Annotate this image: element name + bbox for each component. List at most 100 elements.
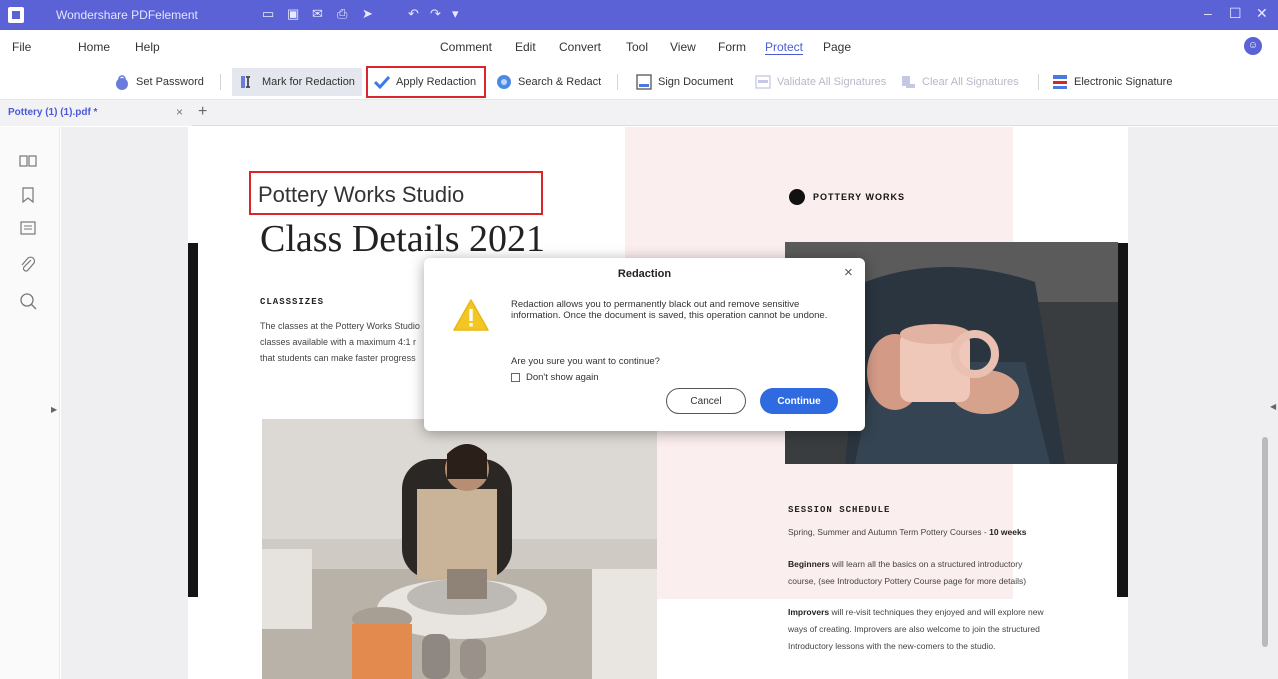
menu-form[interactable]: Form [718, 40, 746, 54]
redo-icon[interactable]: ↷ [430, 6, 441, 22]
clear-signatures-icon [902, 76, 915, 88]
lock-icon [116, 75, 128, 90]
dialog-title: Redaction [617, 268, 672, 280]
menu-home[interactable]: Home [78, 40, 110, 54]
maximize-icon[interactable]: ☐ [1229, 5, 1242, 22]
electronic-signature-label: Electronic Signature [1074, 76, 1173, 88]
class-details-heading: Class Details 2021 [260, 218, 545, 260]
ribbon-separator [220, 74, 221, 90]
save-icon[interactable]: ▣ [287, 6, 299, 22]
document-tab-bar: Pottery (1) (1).pdf * × + [0, 100, 1278, 126]
validate-all-signatures-button[interactable]: Validate All Signatures [755, 68, 886, 96]
continue-button[interactable]: Continue [760, 388, 838, 414]
search-redact-label: Search & Redact [518, 76, 602, 88]
search-icon[interactable] [18, 291, 38, 311]
email-icon[interactable]: ✉ [312, 6, 323, 22]
session-schedule-heading: SESSION SCHEDULE [788, 505, 891, 515]
class-sizes-line: classes available with a maximum 4:1 r [260, 337, 417, 347]
menu-bar: File Home Help Comment Edit Convert Tool… [0, 30, 1278, 64]
improvers-bold: Improvers [788, 607, 830, 617]
improvers-line: Improvers will re-visit techniques they … [788, 607, 1044, 617]
schedule-line-bold: 10 weeks [989, 527, 1027, 537]
cancel-button[interactable]: Cancel [666, 388, 746, 414]
undo-icon[interactable]: ↶ [408, 6, 419, 22]
bookmark-icon[interactable] [18, 185, 38, 205]
menu-help[interactable]: Help [135, 40, 160, 54]
electronic-signature-icon [1053, 75, 1067, 89]
dont-show-again-label: Don't show again [526, 372, 599, 383]
left-side-panel: ▶ [0, 127, 60, 679]
mark-for-redaction-button[interactable]: Mark for Redaction [232, 68, 362, 96]
clear-all-signatures-button[interactable]: Clear All Signatures [900, 68, 1019, 96]
comments-icon[interactable] [18, 219, 38, 239]
collapse-right-panel-icon[interactable]: ◀ [1270, 402, 1276, 411]
improvers-line-3: Introductory lessons with the new-comers… [788, 641, 996, 651]
menu-view[interactable]: View [670, 40, 696, 54]
mark-for-redaction-label: Mark for Redaction [262, 76, 355, 88]
menu-file[interactable]: File [12, 40, 31, 54]
apply-redaction-label: Apply Redaction [396, 76, 477, 88]
schedule-line: Spring, Summer and Autumn Term Pottery C… [788, 527, 1026, 537]
brand-name: POTTERY WORKS [813, 192, 906, 202]
menu-edit[interactable]: Edit [515, 40, 536, 54]
apply-redaction-button[interactable]: Apply Redaction [366, 66, 486, 98]
potter-wheel-photo [262, 419, 657, 679]
menu-page[interactable]: Page [823, 40, 851, 54]
minimize-icon[interactable]: – [1204, 5, 1212, 21]
redaction-dialog: Redaction × Redaction allows you to perm… [424, 258, 865, 431]
beginners-text: will learn all the basics on a structure… [829, 559, 1023, 569]
page-black-bar-right [1117, 243, 1128, 597]
user-avatar-icon[interactable]: ☺ [1244, 37, 1262, 55]
studio-title: Pottery Works Studio [258, 182, 465, 207]
app-title: Wondershare PDFelement [56, 8, 198, 22]
vertical-scrollbar[interactable] [1262, 437, 1268, 647]
dialog-close-icon[interactable]: × [844, 264, 853, 281]
ribbon-separator [617, 74, 618, 90]
attachment-icon[interactable] [18, 255, 38, 275]
warning-icon [453, 299, 489, 331]
add-tab-icon[interactable]: + [198, 103, 207, 121]
dialog-confirm-text: Are you sure you want to continue? [511, 356, 660, 367]
menu-tool[interactable]: Tool [626, 40, 648, 54]
page-black-bar-left [188, 243, 198, 597]
improvers-text: will re-visit techniques they enjoyed an… [829, 607, 1044, 617]
thumbnails-icon[interactable] [18, 151, 38, 171]
expand-panel-icon[interactable]: ▶ [51, 405, 57, 414]
beginners-bold: Beginners [788, 559, 830, 569]
beginners-line: Beginners will learn all the basics on a… [788, 559, 1022, 569]
sign-document-icon [636, 74, 652, 90]
close-tab-icon[interactable]: × [176, 105, 183, 119]
folder-icon[interactable]: ▭ [262, 6, 274, 22]
document-tab[interactable]: Pottery (1) (1).pdf * × [0, 100, 192, 126]
schedule-line-text: Spring, Summer and Autumn Term Pottery C… [788, 527, 990, 537]
search-redact-icon [497, 75, 511, 89]
checkbox-box[interactable] [511, 373, 520, 382]
sign-document-button[interactable]: Sign Document [636, 68, 733, 96]
improvers-line-2: ways of creating. Improvers are also wel… [788, 624, 1040, 634]
close-icon[interactable]: ✕ [1256, 5, 1268, 22]
menu-convert[interactable]: Convert [559, 40, 601, 54]
print-icon[interactable]: ⎙ [337, 6, 347, 22]
title-bar: Wondershare PDFelement ▭ ▣ ✉ ⎙ ➤ ↶ ↷ ▾ –… [0, 0, 1278, 30]
electronic-signature-button[interactable]: Electronic Signature [1052, 68, 1172, 96]
set-password-button[interactable]: Set Password [114, 68, 204, 96]
dont-show-again-checkbox[interactable]: Don't show again [511, 372, 599, 383]
search-redact-button[interactable]: Search & Redact [496, 68, 601, 96]
protect-ribbon: Set Password Mark for Redaction Apply Re… [0, 64, 1278, 100]
validate-all-signatures-label: Validate All Signatures [777, 76, 887, 88]
beginners-line-2: course, (see Introductory Pottery Course… [788, 576, 1027, 586]
brand-logo: POTTERY WORKS [789, 189, 905, 205]
ribbon-separator [1038, 74, 1039, 90]
class-sizes-line: The classes at the Pottery Works Studio [260, 321, 420, 331]
validate-signatures-icon [755, 75, 771, 89]
dropdown-icon[interactable]: ▾ [452, 6, 459, 22]
sign-document-label: Sign Document [658, 76, 734, 88]
pottery-works-logo-icon [789, 189, 805, 205]
dialog-message: Redaction allows you to permanently blac… [511, 299, 828, 321]
class-sizes-heading: CLASSSIZES [260, 297, 325, 307]
share-icon[interactable]: ➤ [362, 6, 373, 22]
mark-redaction-icon [241, 76, 250, 88]
clear-all-signatures-label: Clear All Signatures [922, 76, 1019, 88]
menu-comment[interactable]: Comment [440, 40, 492, 54]
menu-protect[interactable]: Protect [765, 40, 803, 54]
